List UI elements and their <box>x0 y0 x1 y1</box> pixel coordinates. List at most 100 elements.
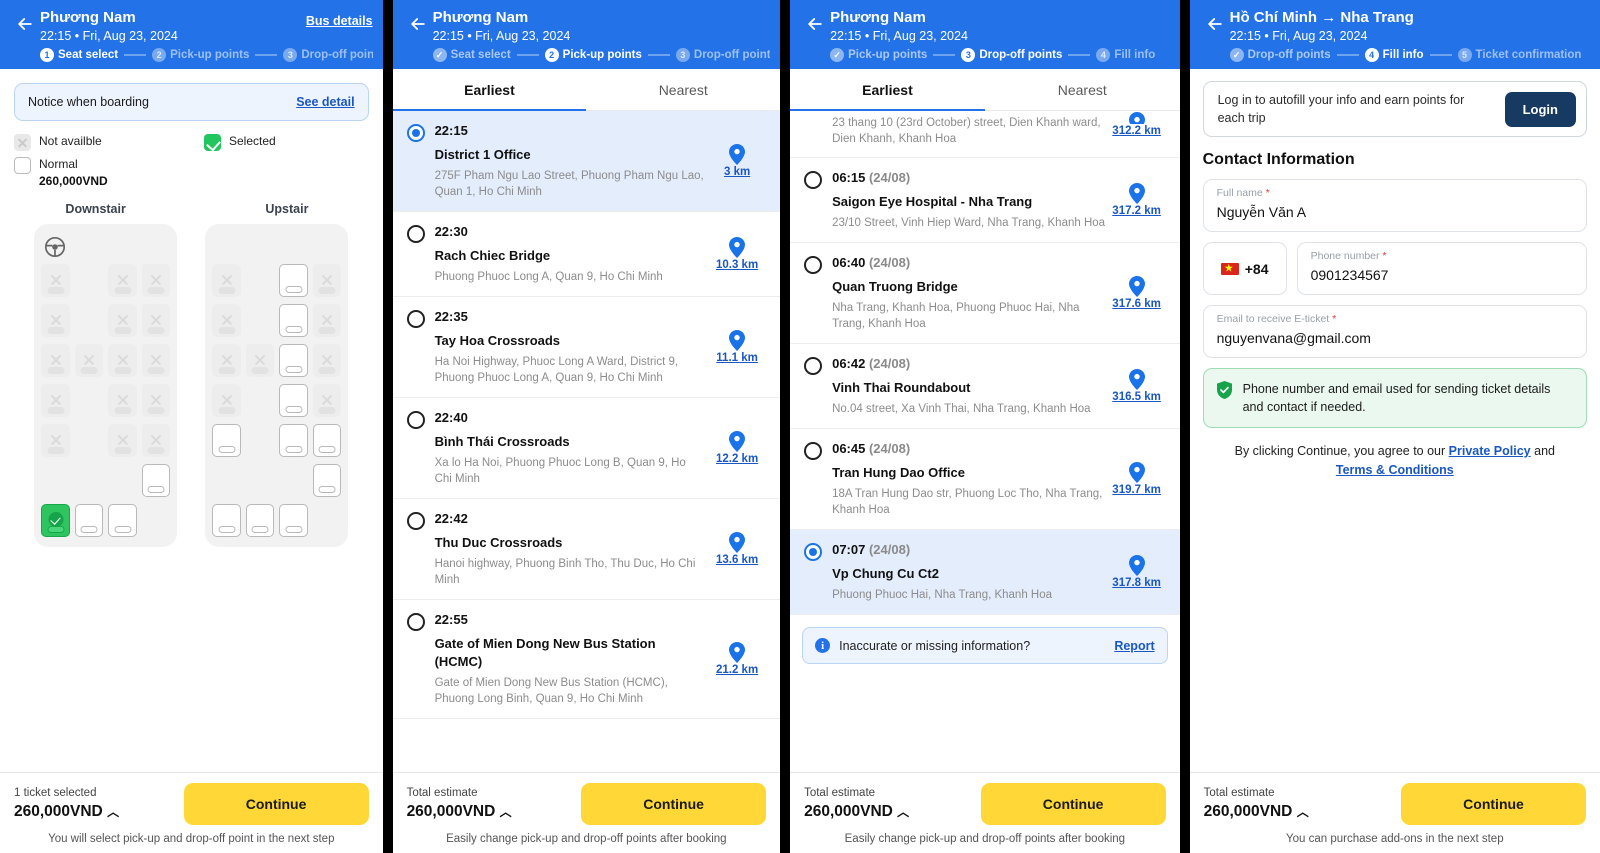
step-dropoff-points[interactable]: 3 Drop-off points <box>961 48 1062 62</box>
continue-button[interactable]: Continue <box>1401 783 1586 825</box>
seat-free-r5c3[interactable] <box>279 424 308 457</box>
seat-free-r7c2[interactable] <box>245 504 275 537</box>
report-link[interactable]: Report <box>1114 639 1154 653</box>
step-seat-select[interactable]: 1 Seat select <box>40 48 118 62</box>
radio-unselected-icon[interactable] <box>406 310 425 328</box>
seat-free-r5c4[interactable] <box>312 424 342 457</box>
seat-free-r7c3[interactable] <box>279 504 308 537</box>
tab-earliest[interactable]: Earliest <box>392 69 587 111</box>
dropoff-point-item[interactable]: 06:15 (24/08) Saigon Eye Hospital - Nha T… <box>790 158 1180 243</box>
step-pickup-points[interactable]: 2 Pick-up points <box>152 48 249 62</box>
seat-free-r2c3[interactable] <box>279 304 308 337</box>
distance-label[interactable]: 3 km <box>724 166 750 178</box>
expand-caret-icon[interactable]: ︿ <box>1297 805 1309 819</box>
full-name-value[interactable]: Nguyễn Văn A <box>1217 201 1573 223</box>
price-summary[interactable]: Total estimate 260,000VND ︿ <box>407 786 512 823</box>
step-seat-select[interactable]: ✓ Seat select <box>432 48 511 62</box>
email-value[interactable]: nguyenvana@gmail.com <box>1217 327 1573 349</box>
point-distance[interactable]: 319.7 km <box>1106 440 1168 518</box>
continue-button[interactable]: Continue <box>183 783 369 825</box>
full-name-field[interactable]: Full name * Nguyễn Văn A <box>1202 179 1587 232</box>
step-dropoff-points[interactable]: 3 Drop-off points <box>675 48 770 62</box>
distance-label[interactable]: 11.1 km <box>716 352 758 364</box>
seat-free-r5c1[interactable] <box>212 424 241 457</box>
pickup-point-item[interactable]: 22:15 District 1 Office 275F Pham Ngu Lao … <box>392 111 781 212</box>
back-arrow-icon[interactable] <box>403 8 433 34</box>
expand-caret-icon[interactable]: ︿ <box>897 805 909 819</box>
bus-details-link[interactable]: Bus details <box>306 8 373 28</box>
seat-free-r7c1[interactable] <box>212 504 241 537</box>
distance-label[interactable]: 317.8 km <box>1112 577 1161 589</box>
point-distance[interactable]: 317.6 km <box>1106 254 1168 332</box>
distance-label[interactable]: 319.7 km <box>1112 484 1161 496</box>
distance-label[interactable]: 12.2 km <box>716 453 758 465</box>
seat-free-r1c3[interactable] <box>279 264 308 297</box>
pickup-point-item[interactable]: 22:35 Tay Hoa Crossroads Ha Noi Highway, P… <box>392 297 781 398</box>
distance-label[interactable]: 317.2 km <box>1112 205 1161 217</box>
price-summary[interactable]: Total estimate 260,000VND ︿ <box>804 786 909 823</box>
pickup-point-item[interactable]: 22:42 Thu Duc Crossroads Hanoi highway, Ph… <box>392 499 781 600</box>
dropoff-point-item[interactable]: 06:42 (24/08) Vinh Thai Roundabout No.04 s… <box>790 344 1180 429</box>
tab-earliest[interactable]: Earliest <box>790 69 985 111</box>
step-fill-info[interactable]: 4 Fill info <box>1364 48 1424 62</box>
dropoff-point-item[interactable]: 07:07 (24/08) Vp Chung Cu Ct2 Phuong Phuoc… <box>790 530 1180 615</box>
radio-unselected-icon[interactable] <box>804 256 823 274</box>
seat-free-r6c4[interactable] <box>312 464 342 497</box>
radio-selected-icon[interactable] <box>804 543 823 561</box>
step-ticket-confirmation[interactable]: 5 Ticket confirmation <box>1457 48 1581 62</box>
price-summary[interactable]: Total estimate 260,000VND ︿ <box>1204 786 1309 823</box>
step-dropoff-points[interactable]: ✓ Drop-off points <box>1229 48 1331 62</box>
step-dropoff-points[interactable]: 3 Drop-off points <box>283 48 373 62</box>
point-distance[interactable]: 3 km <box>706 122 768 200</box>
email-field[interactable]: Email to receive E-ticket * nguyenvana@g… <box>1202 305 1587 358</box>
seat-free-r6c4[interactable] <box>141 464 171 497</box>
private-policy-link[interactable]: Private Policy <box>1449 444 1531 458</box>
point-distance[interactable]: 317.2 km <box>1106 169 1168 231</box>
radio-unselected-icon[interactable] <box>406 613 425 631</box>
seat-free-r7c2[interactable] <box>74 504 104 537</box>
see-detail-link[interactable]: See detail <box>296 95 354 109</box>
seat-free-r4c3[interactable] <box>279 384 308 417</box>
tab-nearest[interactable]: Nearest <box>586 69 780 111</box>
price-summary[interactable]: 1 ticket selected 260,000VND ︿ <box>14 786 119 823</box>
distance-label[interactable]: 13.6 km <box>716 554 758 566</box>
point-distance[interactable]: 13.6 km <box>706 510 768 588</box>
seat-free-r3c3[interactable] <box>279 344 308 377</box>
expand-caret-icon[interactable]: ︿ <box>500 805 512 819</box>
radio-unselected-icon[interactable] <box>804 171 823 189</box>
expand-caret-icon[interactable]: ︿ <box>107 805 119 819</box>
point-distance[interactable]: 12.2 km <box>706 409 768 487</box>
pickup-point-item[interactable]: 22:30 Rach Chiec Bridge Phuong Phuoc Long … <box>392 212 781 297</box>
country-code-select[interactable]: ★ +84 <box>1202 242 1287 295</box>
radio-selected-icon[interactable] <box>406 124 425 142</box>
point-distance[interactable]: 11.1 km <box>706 308 768 386</box>
continue-button[interactable]: Continue <box>581 783 767 825</box>
back-arrow-icon[interactable] <box>1200 8 1230 34</box>
pickup-point-item[interactable]: 22:40 Bình Thái Crossroads Xa lo Ha Noi, P… <box>392 398 781 499</box>
step-pickup-points[interactable]: ✓ Pick-up points <box>830 48 927 62</box>
point-distance[interactable]: 21.2 km <box>706 611 768 707</box>
distance-label[interactable]: 316.5 km <box>1112 391 1161 403</box>
phone-number-value[interactable]: 0901234567 <box>1311 264 1573 286</box>
back-arrow-icon[interactable] <box>10 8 40 34</box>
radio-unselected-icon[interactable] <box>804 357 823 375</box>
radio-unselected-icon[interactable] <box>804 442 823 460</box>
terms-conditions-link[interactable]: Terms & Conditions <box>1336 463 1454 477</box>
list-item-partial[interactable]: 23 thang 10 (23rd October) street, Dien … <box>790 111 1180 158</box>
continue-button[interactable]: Continue <box>980 783 1166 825</box>
step-fill-info[interactable]: 4 Fill info <box>1096 48 1155 62</box>
dropoff-point-item[interactable]: 06:40 (24/08) Quan Truong Bridge Nha Trang… <box>790 243 1180 344</box>
boarding-notice-banner[interactable]: Notice when boarding See detail <box>14 83 369 121</box>
point-distance[interactable]: 10.3 km <box>706 223 768 285</box>
radio-unselected-icon[interactable] <box>406 411 425 429</box>
point-distance[interactable]: 317.8 km <box>1106 541 1168 603</box>
seat-free-r7c3[interactable] <box>108 504 137 537</box>
radio-unselected-icon[interactable] <box>406 225 425 243</box>
step-pickup-points[interactable]: 2 Pick-up points <box>544 48 642 62</box>
pickup-point-item[interactable]: 22:55 Gate of Mien Dong New Bus Station (… <box>392 600 781 719</box>
distance-label[interactable]: 10.3 km <box>716 259 758 271</box>
distance-label[interactable]: 312.2 km <box>1112 125 1161 137</box>
distance-label[interactable]: 21.2 km <box>716 664 758 676</box>
tab-nearest[interactable]: Nearest <box>985 69 1180 111</box>
dropoff-point-item[interactable]: 06:45 (24/08) Tran Hung Dao Office 18A Tra… <box>790 429 1180 530</box>
